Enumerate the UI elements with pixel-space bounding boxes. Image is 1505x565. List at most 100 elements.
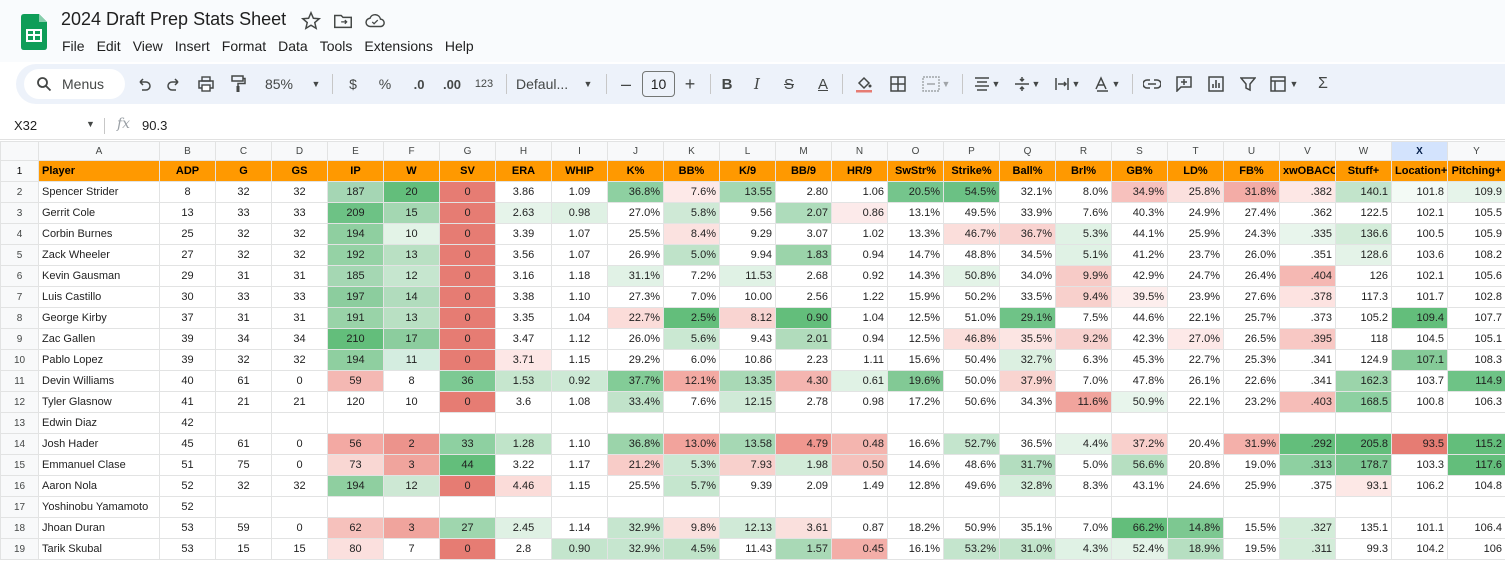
- stat-cell[interactable]: 7.6%: [663, 181, 720, 203]
- stat-cell[interactable]: 31.8%: [1223, 181, 1280, 203]
- stat-cell[interactable]: 27: [159, 244, 216, 266]
- stat-cell[interactable]: 1.04: [551, 307, 608, 329]
- column-header-g[interactable]: G: [439, 141, 496, 161]
- row-header[interactable]: 16: [0, 475, 39, 497]
- stat-cell[interactable]: [887, 412, 944, 434]
- stat-cell[interactable]: 17.2%: [887, 391, 944, 413]
- header-cell[interactable]: BB%: [663, 160, 720, 182]
- stat-cell[interactable]: 9.56: [719, 202, 776, 224]
- header-cell[interactable]: ERA: [495, 160, 552, 182]
- stat-cell[interactable]: 25.3%: [1223, 349, 1280, 371]
- stat-cell[interactable]: 0: [439, 475, 496, 497]
- stat-cell[interactable]: [607, 496, 664, 518]
- stat-cell[interactable]: 19.6%: [887, 370, 944, 392]
- stat-cell[interactable]: 33.4%: [607, 391, 664, 413]
- menu-insert[interactable]: Insert: [169, 36, 216, 56]
- stat-cell[interactable]: 52.4%: [1111, 538, 1168, 560]
- stat-cell[interactable]: 0.98: [551, 202, 608, 224]
- stat-cell[interactable]: 1.57: [775, 538, 832, 560]
- stat-cell[interactable]: [271, 496, 328, 518]
- insert-chart-button[interactable]: [1204, 72, 1228, 96]
- header-cell[interactable]: WHIP: [551, 160, 608, 182]
- column-header-c[interactable]: C: [215, 141, 272, 161]
- stat-cell[interactable]: .341: [1279, 349, 1336, 371]
- stat-cell[interactable]: 40: [159, 370, 216, 392]
- stat-cell[interactable]: 49.6%: [943, 475, 1000, 497]
- stat-cell[interactable]: 2.80: [775, 181, 832, 203]
- stat-cell[interactable]: 20.5%: [887, 181, 944, 203]
- stat-cell[interactable]: 4.79: [775, 433, 832, 455]
- stat-cell[interactable]: 41: [159, 391, 216, 413]
- stat-cell[interactable]: 27.0%: [1167, 328, 1224, 350]
- stat-cell[interactable]: 12.5%: [887, 307, 944, 329]
- column-header-u[interactable]: U: [1223, 141, 1280, 161]
- stat-cell[interactable]: 56.6%: [1111, 454, 1168, 476]
- stat-cell[interactable]: 15: [383, 202, 440, 224]
- select-all-corner[interactable]: [0, 141, 39, 161]
- stat-cell[interactable]: 5.6%: [663, 328, 720, 350]
- stat-cell[interactable]: 0: [439, 244, 496, 266]
- stat-cell[interactable]: 1.98: [775, 454, 832, 476]
- stat-cell[interactable]: 36.8%: [607, 181, 664, 203]
- stat-cell[interactable]: 36.7%: [999, 223, 1056, 245]
- stat-cell[interactable]: 26.9%: [607, 244, 664, 266]
- stat-cell[interactable]: [1111, 496, 1168, 518]
- stat-cell[interactable]: 11.6%: [1055, 391, 1112, 413]
- stat-cell[interactable]: 162.3: [1335, 370, 1392, 392]
- stat-cell[interactable]: 2.23: [775, 349, 832, 371]
- header-cell[interactable]: BB/9: [775, 160, 832, 182]
- stat-cell[interactable]: 9.29: [719, 223, 776, 245]
- decrease-font-size-button[interactable]: –: [616, 72, 636, 96]
- stat-cell[interactable]: 1.53: [495, 370, 552, 392]
- stat-cell[interactable]: 1.07: [551, 223, 608, 245]
- stat-cell[interactable]: 109.9: [1447, 181, 1505, 203]
- stat-cell[interactable]: [943, 412, 1000, 434]
- stat-cell[interactable]: 33: [271, 202, 328, 224]
- stat-cell[interactable]: 50.8%: [943, 265, 1000, 287]
- stat-cell[interactable]: 13.55: [719, 181, 776, 203]
- stat-cell[interactable]: 109.4: [1391, 307, 1448, 329]
- player-name-cell[interactable]: Josh Hader: [38, 433, 160, 455]
- stat-cell[interactable]: .375: [1279, 475, 1336, 497]
- row-header[interactable]: 8: [0, 307, 39, 329]
- header-cell[interactable]: Ball%: [999, 160, 1056, 182]
- column-header-m[interactable]: M: [775, 141, 832, 161]
- stat-cell[interactable]: 39: [159, 349, 216, 371]
- stat-cell[interactable]: 34.5%: [999, 244, 1056, 266]
- stat-cell[interactable]: 59: [327, 370, 384, 392]
- stat-cell[interactable]: [999, 496, 1056, 518]
- stat-cell[interactable]: 0.48: [831, 433, 888, 455]
- stat-cell[interactable]: 1.15: [551, 349, 608, 371]
- stat-cell[interactable]: 1.06: [831, 181, 888, 203]
- header-cell[interactable]: xwOBACON: [1279, 160, 1336, 182]
- insert-link-button[interactable]: [1140, 72, 1164, 96]
- stat-cell[interactable]: 103.3: [1391, 454, 1448, 476]
- stat-cell[interactable]: 108.3: [1447, 349, 1505, 371]
- stat-cell[interactable]: [663, 412, 720, 434]
- stat-cell[interactable]: 0: [439, 223, 496, 245]
- column-header-p[interactable]: P: [943, 141, 1000, 161]
- stat-cell[interactable]: 52: [159, 496, 216, 518]
- stat-cell[interactable]: 2.07: [775, 202, 832, 224]
- stat-cell[interactable]: 49.5%: [943, 202, 1000, 224]
- stat-cell[interactable]: 26.4%: [1223, 265, 1280, 287]
- stat-cell[interactable]: [1055, 412, 1112, 434]
- stat-cell[interactable]: 30: [159, 286, 216, 308]
- stat-cell[interactable]: 0: [271, 433, 328, 455]
- stat-cell[interactable]: 31: [215, 307, 272, 329]
- stat-cell[interactable]: 187: [327, 181, 384, 203]
- row-header[interactable]: 5: [0, 244, 39, 266]
- stat-cell[interactable]: [439, 412, 496, 434]
- stat-cell[interactable]: 12: [383, 265, 440, 287]
- column-header-t[interactable]: T: [1167, 141, 1224, 161]
- stat-cell[interactable]: [1335, 412, 1392, 434]
- stat-cell[interactable]: 31: [215, 265, 272, 287]
- column-header-q[interactable]: Q: [999, 141, 1056, 161]
- stat-cell[interactable]: 2.01: [775, 328, 832, 350]
- header-cell[interactable]: Location+: [1391, 160, 1448, 182]
- stat-cell[interactable]: [999, 412, 1056, 434]
- stat-cell[interactable]: 21.2%: [607, 454, 664, 476]
- stat-cell[interactable]: 0: [439, 307, 496, 329]
- stat-cell[interactable]: [327, 496, 384, 518]
- increase-decimal-button[interactable]: .00: [438, 72, 466, 96]
